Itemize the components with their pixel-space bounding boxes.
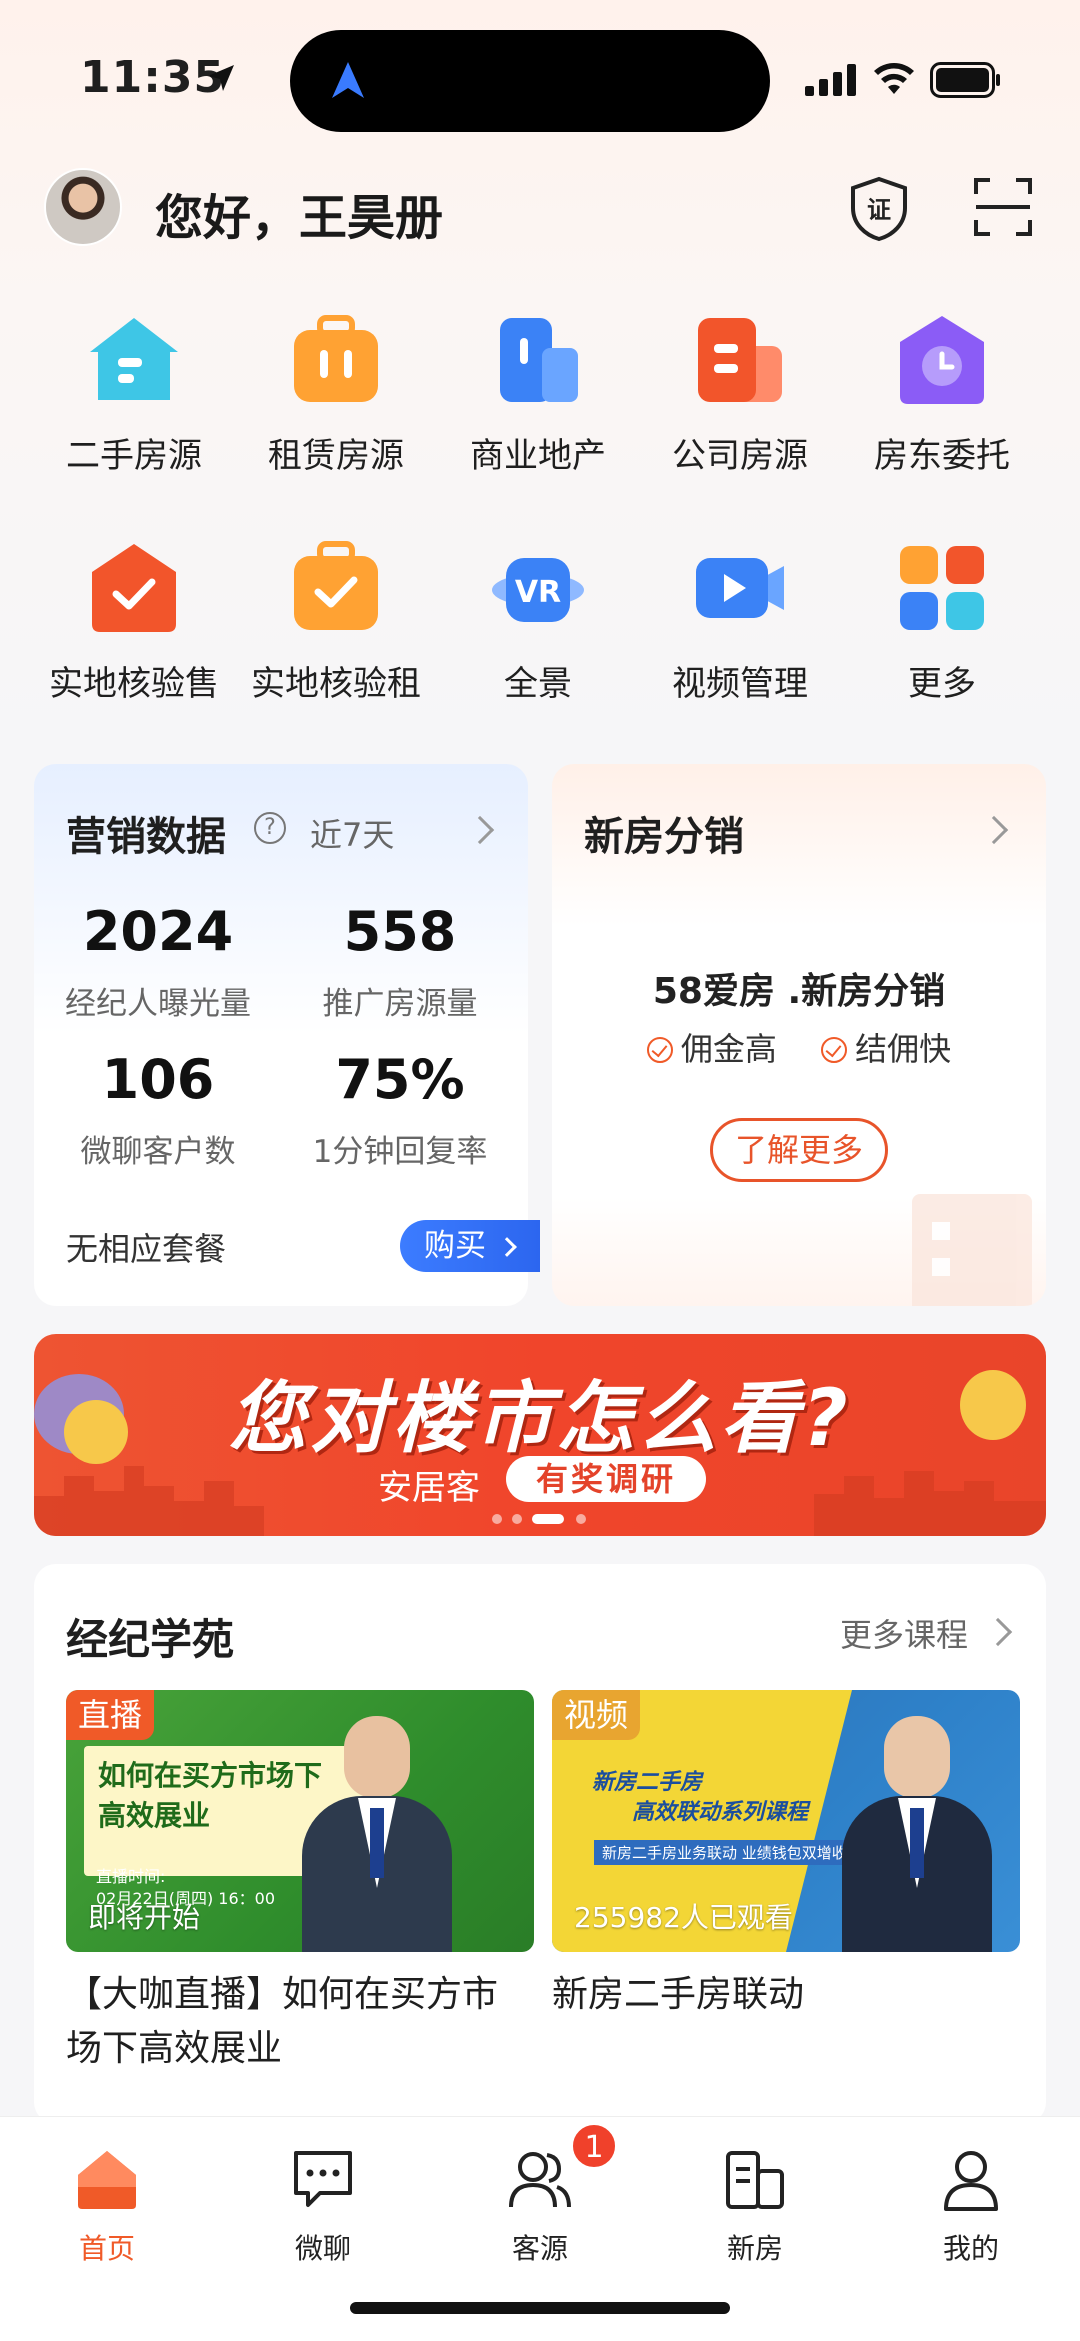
banner-tag: 有奖调研 bbox=[506, 1456, 706, 1502]
new-house-tags: 佣金高 结佣快 bbox=[552, 1024, 1046, 1070]
grid-item-company[interactable]: 公司房源 bbox=[640, 312, 840, 477]
check-house-icon bbox=[86, 540, 182, 636]
certificate-shield-icon[interactable]: 证 bbox=[848, 176, 910, 242]
check-suitcase-icon bbox=[288, 540, 384, 636]
navigation-arrow-icon bbox=[332, 62, 364, 98]
grid-item-verify-sale[interactable]: 实地核验售 bbox=[34, 540, 234, 705]
banner-title: 您对楼市怎么看? bbox=[228, 1374, 852, 1464]
academy-title: 经纪学苑 bbox=[66, 1615, 235, 1664]
wifi-icon bbox=[874, 63, 914, 94]
banner-brand: 安居客 bbox=[378, 1468, 480, 1508]
clock-house-icon bbox=[894, 312, 990, 408]
grid-item-video[interactable]: 视频管理 bbox=[640, 540, 840, 705]
course-video-subtitle: 新房二手房业务联动 业绩钱包双增收 bbox=[594, 1840, 855, 1865]
building-decoration bbox=[912, 1194, 1032, 1306]
status-time: 11:35 bbox=[80, 52, 226, 103]
carousel-dots bbox=[492, 1514, 612, 1524]
new-house-icon bbox=[722, 2147, 788, 2213]
vr-icon: VR bbox=[490, 540, 586, 636]
chevron-right-icon[interactable] bbox=[983, 1617, 1013, 1647]
chevron-right-icon[interactable] bbox=[979, 815, 1009, 845]
marketing-card[interactable]: 营销数据 ? 近7天 2024 经纪人曝光量 558 推广房源量 106 微聊客… bbox=[34, 764, 540, 1306]
avatar[interactable] bbox=[44, 168, 122, 246]
clients-icon bbox=[507, 2147, 573, 2213]
course-status: 即将开始 bbox=[88, 1901, 201, 1934]
course-thumbnail-live[interactable]: 如何在买方市场下 高效展业 直播时间: 02月22日(周四) 16：00 直播 … bbox=[66, 1690, 534, 1952]
chat-icon bbox=[290, 2147, 356, 2213]
carousel-dot-active bbox=[532, 1514, 564, 1524]
stat-exposure-label: 经纪人曝光量 bbox=[65, 986, 251, 1022]
tab-home[interactable]: 首页 bbox=[32, 2135, 182, 2267]
building-icon bbox=[490, 312, 586, 408]
svg-text:VR: VR bbox=[515, 575, 561, 610]
marketing-title: 营销数据 bbox=[66, 814, 226, 860]
course-caption-live[interactable]: 【大咖直播】如何在买方市 场下高效展业 bbox=[66, 1968, 536, 2076]
carousel-dot bbox=[512, 1514, 522, 1524]
tab-chat[interactable]: 微聊 bbox=[248, 2135, 398, 2267]
grid-item-verify-rent[interactable]: 实地核验租 bbox=[236, 540, 436, 705]
new-house-title: 新房分销 bbox=[584, 814, 744, 860]
course-video-title: 新房二手房 高效联动系列课程 bbox=[592, 1770, 809, 1825]
grid-item-second-hand[interactable]: 二手房源 bbox=[34, 312, 234, 477]
chevron-right-icon[interactable] bbox=[465, 815, 495, 845]
live-badge: 直播 bbox=[66, 1690, 155, 1740]
course-caption-video[interactable]: 新房二手房联动 bbox=[552, 1968, 1022, 2022]
stat-reply-rate-label: 1分钟回复率 bbox=[312, 1134, 488, 1170]
course-thumbnail-video[interactable]: 新房二手房 高效联动系列课程 新房二手房业务联动 业绩钱包双增收 视频 2559… bbox=[552, 1690, 1020, 1952]
course-views: 255982人已观看 bbox=[574, 1901, 793, 1934]
cellular-signal-icon bbox=[805, 64, 856, 96]
academy-section: 经纪学苑 更多课程 如何在买方市场下 高效展业 直播时间: 02月22日(周四)… bbox=[34, 1564, 1046, 2124]
new-house-brand: 58爱房 .新房分销 bbox=[652, 971, 946, 1012]
stat-chat-clients-label: 微聊客户数 bbox=[80, 1134, 236, 1170]
survey-banner[interactable]: 您对楼市怎么看? 安居客 有奖调研 bbox=[34, 1334, 1046, 1536]
check-circle-icon bbox=[646, 1037, 673, 1063]
video-icon bbox=[692, 540, 788, 636]
check-circle-icon bbox=[821, 1037, 848, 1063]
period-label[interactable]: 近7天 bbox=[310, 810, 394, 856]
grid-item-rental[interactable]: 租赁房源 bbox=[236, 312, 436, 477]
office-icon bbox=[692, 312, 788, 408]
tab-new-house[interactable]: 新房 bbox=[680, 2135, 830, 2267]
battery-icon bbox=[930, 62, 1000, 98]
more-grid-icon bbox=[894, 540, 990, 636]
home-icon bbox=[74, 2147, 140, 2213]
house-icon bbox=[86, 312, 182, 408]
stat-listings-label: 推广房源量 bbox=[322, 986, 478, 1022]
grid-item-panorama[interactable]: VR 全景 bbox=[438, 540, 638, 705]
suitcase-icon bbox=[288, 312, 384, 408]
clients-unread-badge: 1 bbox=[570, 2122, 618, 2170]
new-house-card[interactable]: 新房分销 58爱房 .新房分销 佣金高 结佣快 了解更多 bbox=[552, 764, 1046, 1306]
stat-reply-rate-value: 75% bbox=[335, 1048, 465, 1111]
home-indicator[interactable] bbox=[350, 2302, 730, 2314]
svg-text:证: 证 bbox=[867, 196, 891, 224]
grid-item-landlord[interactable]: 房东委托 bbox=[842, 312, 1042, 477]
no-package-text: 无相应套餐 bbox=[66, 1230, 227, 1268]
scan-icon[interactable] bbox=[972, 176, 1034, 238]
chevron-right-icon bbox=[496, 1237, 517, 1257]
tab-profile[interactable]: 我的 bbox=[896, 2135, 1046, 2267]
stat-exposure-value: 2024 bbox=[82, 900, 234, 963]
grid-item-commercial[interactable]: 商业地产 bbox=[438, 312, 638, 477]
learn-more-button[interactable]: 了解更多 bbox=[710, 1118, 888, 1182]
carousel-dot bbox=[492, 1514, 502, 1524]
stat-chat-clients-value: 106 bbox=[101, 1048, 215, 1111]
greeting-text: 您好，王昊册 bbox=[155, 190, 444, 246]
lecturer-image bbox=[302, 1716, 452, 1952]
lecturer-image bbox=[842, 1716, 992, 1952]
stat-listings-value: 558 bbox=[343, 900, 457, 963]
buy-button[interactable]: 购买 bbox=[400, 1220, 540, 1272]
profile-icon bbox=[938, 2147, 1004, 2213]
carousel-dot bbox=[576, 1514, 586, 1524]
grid-item-more[interactable]: 更多 bbox=[842, 540, 1042, 705]
help-icon[interactable]: ? bbox=[254, 812, 286, 844]
video-badge: 视频 bbox=[552, 1690, 641, 1740]
status-bar: 11:35 bbox=[0, 0, 1080, 160]
more-courses-link[interactable]: 更多课程 bbox=[840, 1610, 968, 1656]
location-arrow-icon bbox=[208, 65, 234, 91]
